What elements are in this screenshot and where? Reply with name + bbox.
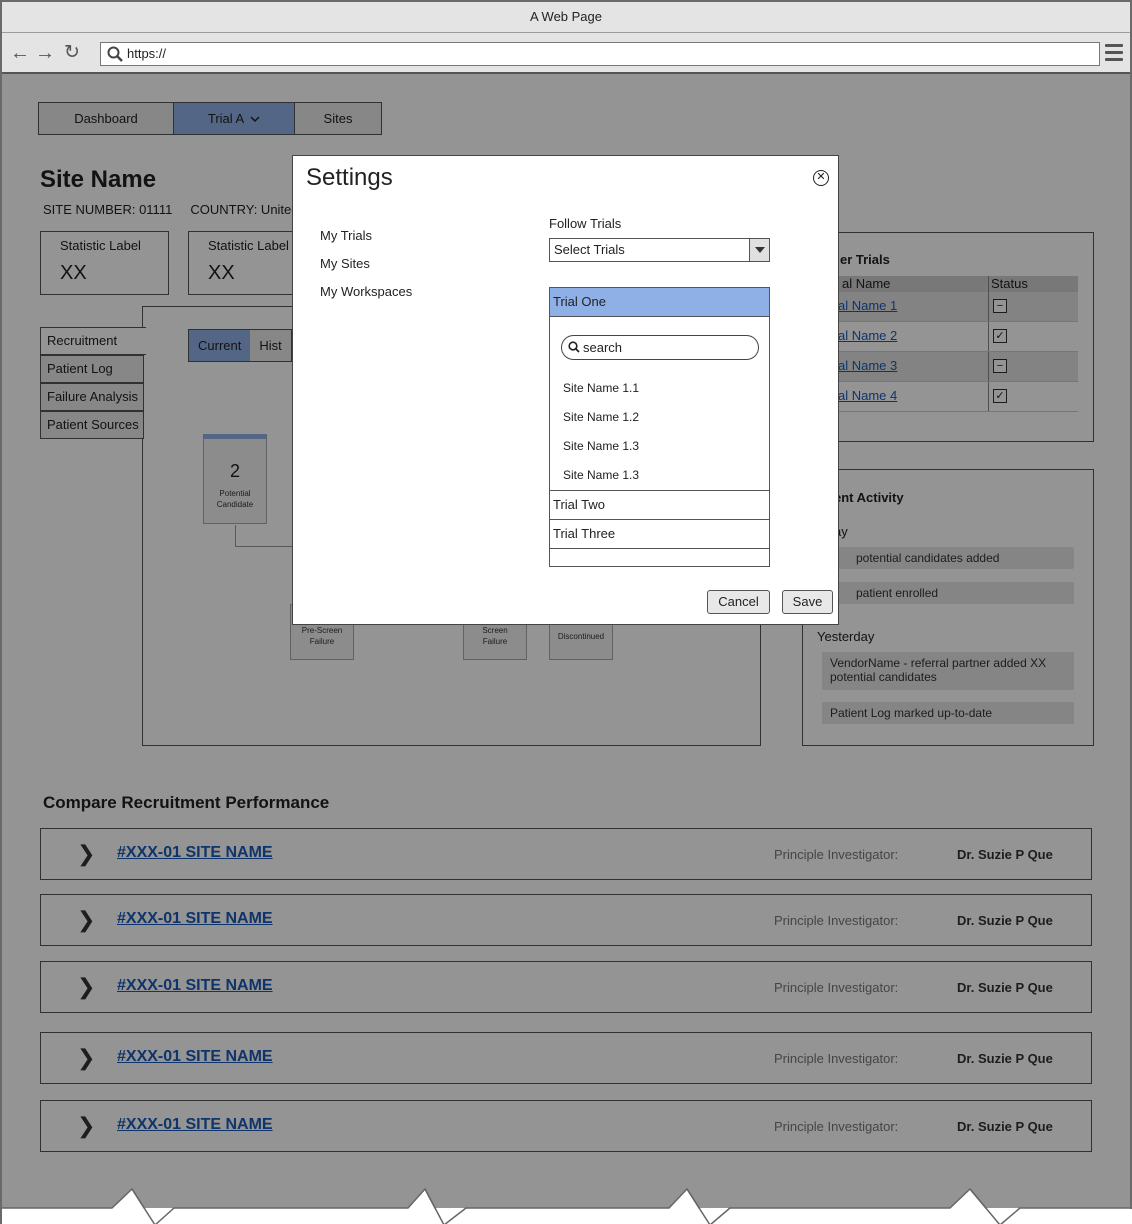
list-item-empty[interactable] [550,548,769,566]
dropdown-arrow-icon[interactable] [749,239,769,261]
follow-trials-label: Follow Trials [549,216,622,231]
list-item-trial-one[interactable]: Trial One [550,288,769,317]
menu-icon[interactable] [1105,44,1123,62]
search-icon [568,341,580,353]
list-item-site[interactable]: Site Name 1.2 [563,410,639,424]
trials-list: Trial One search Site Name 1.1 Site Name… [549,287,770,567]
list-item-site[interactable]: Site Name 1.3 [563,439,639,453]
select-trials-dropdown[interactable]: Select Trials [549,238,770,262]
list-item-site[interactable]: Site Name 1.1 [563,381,639,395]
site-search-input[interactable]: search [561,335,759,360]
window-title: A Web Page [2,2,1130,33]
url-bar[interactable]: https:// [100,42,1100,66]
browser-toolbar: ← → ↻ https:// [2,33,1130,74]
browser-window: A Web Page ← → ↻ https:// Dashboard Tria… [0,0,1132,1224]
reload-icon[interactable]: ↻ [64,41,80,65]
forward-icon[interactable]: → [35,41,55,65]
back-icon[interactable]: ← [10,41,30,65]
list-item-site[interactable]: Site Name 1.3 [563,468,639,482]
select-value: Select Trials [554,242,625,257]
settings-modal: Settings ✕ My Trials My Sites My Workspa… [292,155,839,625]
list-item-trial-three[interactable]: Trial Three [550,519,769,548]
settings-nav-my-workspaces[interactable]: My Workspaces [320,284,412,299]
url-text: https:// [127,46,167,61]
search-placeholder: search [583,340,623,355]
settings-nav-my-trials[interactable]: My Trials [320,228,372,243]
close-icon[interactable]: ✕ [813,170,829,186]
torn-edge [2,1188,1132,1224]
cancel-button[interactable]: Cancel [707,590,770,614]
modal-title: Settings [306,164,393,191]
list-item-trial-two[interactable]: Trial Two [550,490,769,519]
settings-nav-my-sites[interactable]: My Sites [320,256,370,271]
page-content: Dashboard Trial A Sites Site Name SITE N… [2,74,1130,1208]
save-button[interactable]: Save [782,590,833,614]
search-icon [107,46,123,62]
